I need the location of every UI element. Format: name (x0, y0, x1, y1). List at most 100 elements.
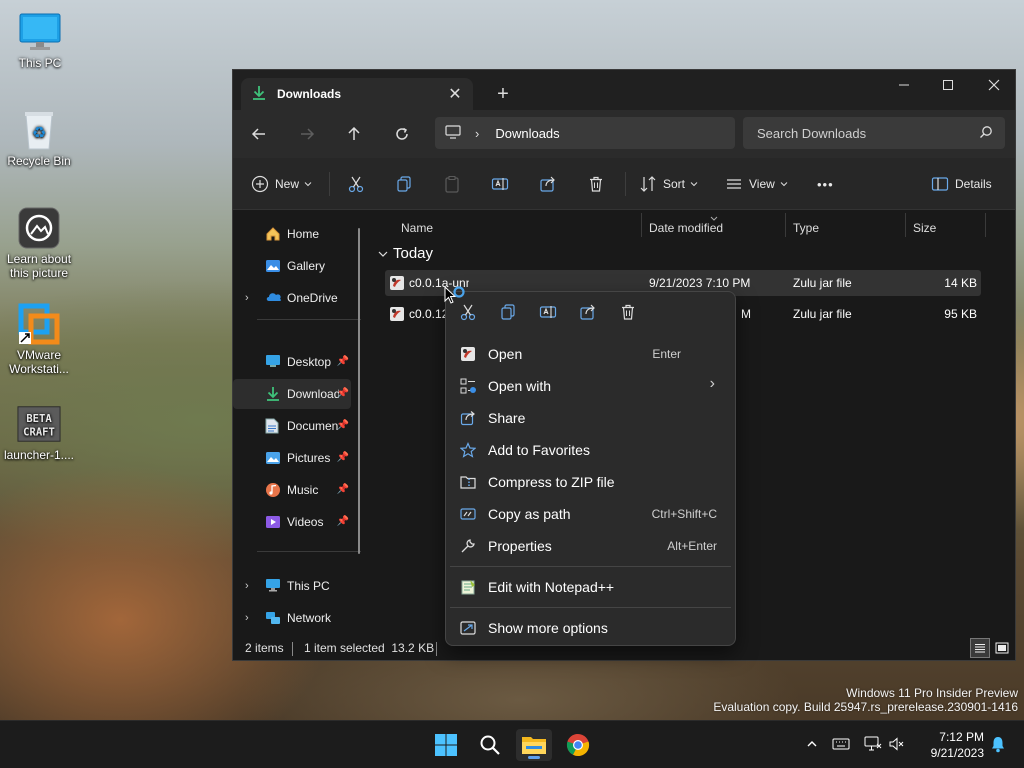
back-button[interactable] (243, 118, 275, 150)
windows-logo-icon (435, 734, 457, 756)
divider (625, 172, 626, 196)
sort-indicator-icon (709, 211, 719, 225)
new-button[interactable]: New (251, 170, 313, 198)
menu-item-open-with[interactable]: Open with › (450, 370, 731, 402)
address-location[interactable]: Downloads (495, 126, 559, 141)
pc-icon (445, 124, 461, 142)
sort-button[interactable]: Sort (639, 170, 699, 198)
nav-item-videos[interactable]: Videos 📌 (233, 507, 351, 537)
item-count: 2 items (245, 641, 284, 655)
file-explorer-taskbar-button[interactable] (516, 729, 552, 761)
share-button[interactable] (539, 170, 557, 198)
address-bar[interactable]: › Downloads (435, 117, 735, 149)
chrome-icon (566, 733, 590, 757)
search-input[interactable]: Search Downloads (743, 117, 1005, 149)
chevron-up-icon[interactable] (800, 738, 824, 752)
details-pane-button[interactable]: Details (931, 170, 992, 198)
minimize-button[interactable] (881, 70, 927, 100)
maximize-button[interactable] (925, 70, 971, 100)
rename-button[interactable] (491, 170, 509, 198)
chevron-right-icon[interactable]: › (245, 292, 249, 304)
column-header-size[interactable]: Size (905, 215, 936, 241)
desktop-icon-this-pc[interactable]: This PC (2, 10, 78, 70)
up-button[interactable] (338, 118, 370, 150)
rename-icon (491, 178, 509, 190)
delete-button[interactable] (587, 170, 605, 198)
notification-bell-icon[interactable] (990, 735, 1006, 756)
column-header-name[interactable]: Name (393, 215, 433, 241)
copy-button[interactable] (395, 170, 413, 198)
nav-label: Pictures (287, 451, 331, 465)
clock[interactable]: 7:12 PM 9/21/2023 (931, 729, 984, 761)
menu-item-show-more-options[interactable]: Show more options (450, 612, 731, 644)
close-icon (988, 79, 1000, 91)
nav-label: Downloads (287, 387, 339, 401)
nav-item-pictures[interactable]: Pictures 📌 (233, 443, 351, 473)
nav-item-desktop[interactable]: Desktop 📌 (233, 347, 351, 377)
chevron-down-icon (780, 182, 788, 187)
forward-button[interactable] (291, 118, 323, 150)
context-copy-button[interactable] (494, 298, 522, 326)
menu-divider (450, 607, 731, 608)
selection-info: 1 item selected 13.2 KB (304, 641, 435, 655)
chevron-right-icon[interactable]: › (245, 612, 249, 624)
desktop-icon-learn-about-picture[interactable]: Learn about this picture (1, 206, 77, 280)
details-label: Details (955, 177, 992, 191)
desktop-icon-launcher[interactable]: BETA CRAFT launcher-1.... (1, 402, 77, 462)
menu-item-copy-as-path[interactable]: Copy as path Ctrl+Shift+C (450, 498, 731, 530)
start-button[interactable] (428, 729, 464, 761)
nav-item-documents[interactable]: Documents 📌 (233, 411, 351, 441)
nav-item-network[interactable]: › Network (233, 603, 351, 633)
volume-muted-icon[interactable] (888, 736, 904, 755)
group-header-today[interactable]: Today (377, 245, 433, 262)
more-options-button[interactable]: ••• (817, 170, 834, 198)
menu-item-shortcut: Alt+Enter (667, 539, 717, 553)
menu-item-edit-with-notepadpp[interactable]: Edit with Notepad++ (450, 571, 731, 603)
pin-icon: 📌 (336, 388, 349, 399)
context-quick-actions (446, 292, 735, 332)
share-icon (460, 410, 476, 426)
search-icon (480, 735, 500, 755)
trash-icon (590, 176, 602, 192)
details-view-button[interactable] (970, 638, 990, 658)
menu-item-compress-zip[interactable]: Compress to ZIP file (450, 466, 731, 498)
menu-item-properties[interactable]: Properties Alt+Enter (450, 530, 731, 562)
close-window-button[interactable] (971, 70, 1017, 100)
nav-item-music[interactable]: Music 📌 (233, 475, 351, 505)
search-icon (979, 125, 993, 142)
menu-item-label: Properties (488, 538, 552, 554)
context-rename-button[interactable] (534, 298, 562, 326)
nav-item-onedrive[interactable]: › OneDrive (233, 283, 351, 313)
nav-item-home[interactable]: Home (233, 219, 351, 249)
close-tab-button[interactable]: ✕ (445, 84, 465, 104)
refresh-button[interactable] (386, 118, 418, 150)
menu-item-open[interactable]: Open Enter (450, 338, 731, 370)
chevron-right-icon: › (475, 125, 480, 141)
context-delete-button[interactable] (614, 298, 642, 326)
menu-item-share[interactable]: Share (450, 402, 731, 434)
network-status-icon[interactable] (864, 736, 882, 755)
svg-text:♻: ♻ (32, 123, 46, 142)
watermark-line: Evaluation copy. Build 25947.rs_prerelea… (713, 700, 1018, 714)
menu-item-add-to-favorites[interactable]: Add to Favorites (450, 434, 731, 466)
tiles-view-button[interactable] (992, 638, 1012, 658)
search-button[interactable] (472, 729, 508, 761)
nav-item-this-pc[interactable]: › This PC (233, 571, 351, 601)
chrome-button[interactable] (560, 729, 596, 761)
keyboard-icon[interactable] (832, 738, 850, 753)
tab-downloads[interactable]: Downloads ✕ (241, 78, 473, 110)
nav-scrollbar[interactable] (358, 228, 360, 554)
nav-item-downloads[interactable]: Downloads 📌 (233, 379, 351, 409)
desktop-icon-recycle-bin[interactable]: ♻ Recycle Bin (1, 108, 77, 168)
column-header-type[interactable]: Type (785, 215, 819, 241)
menu-item-label: Compress to ZIP file (488, 474, 615, 490)
cut-button[interactable] (347, 170, 365, 198)
desktop-icon-vmware[interactable]: VMware Workstati... (1, 302, 77, 376)
view-button[interactable]: View (725, 170, 789, 198)
chevron-right-icon[interactable]: › (245, 580, 249, 592)
context-share-button[interactable] (574, 298, 602, 326)
new-tab-button[interactable]: + (491, 82, 515, 106)
nav-item-gallery[interactable]: Gallery (233, 251, 351, 281)
paste-button[interactable] (443, 170, 461, 198)
onedrive-icon (265, 290, 283, 305)
